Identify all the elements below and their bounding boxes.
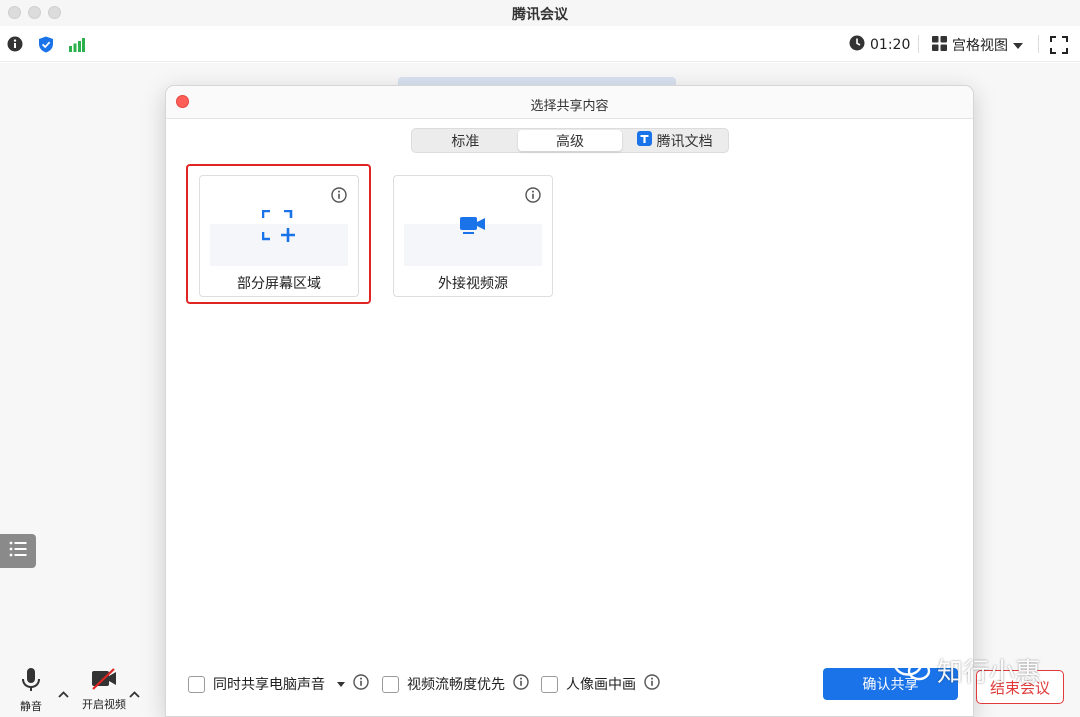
grid-view-button[interactable]: 宫格视图 (932, 35, 1023, 55)
shield-icon[interactable] (38, 36, 54, 57)
wechat-icon (893, 652, 931, 689)
mute-label: 静音 (20, 700, 42, 713)
share-content-dialog: 选择共享内容 标准 高级 腾讯文档 部分屏幕区域 外接视频源 同时共享电脑声音 … (165, 85, 974, 717)
chevron-up-icon[interactable] (129, 683, 140, 702)
grid-icon (932, 35, 947, 55)
card-label: 外接视频源 (438, 276, 508, 292)
info-icon[interactable] (644, 674, 660, 694)
tab-tencent-docs[interactable]: 腾讯文档 (622, 130, 727, 151)
share-card-partial-screen[interactable]: 部分屏幕区域 (199, 175, 359, 297)
video-off-icon (91, 668, 117, 693)
external-camera-icon (394, 216, 552, 236)
picture-in-picture-checkbox[interactable] (541, 675, 558, 693)
option-label: 视频流畅度优先 (407, 677, 505, 693)
meeting-toolbar: 01:20 宫格视图 (0, 26, 1080, 62)
info-icon[interactable] (525, 187, 541, 207)
window-titlebar: 腾讯会议 (0, 0, 1080, 26)
dialog-title: 选择共享内容 (530, 99, 609, 114)
option-label: 人像画中画 (566, 677, 636, 693)
tab-label: 标准 (451, 133, 480, 150)
meeting-timer: 01:20 (849, 35, 910, 55)
option-label: 同时共享电脑声音 (213, 677, 325, 693)
microphone-icon (21, 668, 41, 695)
watermark-text: 知行小惠 (937, 658, 1042, 688)
watermark: 知行小惠 (893, 652, 1041, 689)
dialog-header: 选择共享内容 (166, 86, 973, 119)
toolbar-divider (1038, 35, 1039, 53)
chevron-up-icon[interactable] (58, 683, 69, 702)
info-icon[interactable] (7, 36, 23, 56)
fullscreen-icon[interactable] (1050, 36, 1068, 58)
chevron-down-icon[interactable] (337, 681, 345, 687)
member-list-toggle[interactable] (0, 534, 36, 568)
video-label: 开启视频 (82, 698, 126, 711)
clock-icon (849, 35, 865, 55)
grid-view-label: 宫格视图 (952, 38, 1008, 54)
video-smoothness-checkbox[interactable] (382, 675, 399, 693)
share-mode-tabs: 标准 高级 腾讯文档 (411, 128, 729, 153)
signal-icon[interactable] (69, 37, 85, 56)
info-icon[interactable] (331, 187, 347, 207)
tab-label: 腾讯文档 (656, 133, 713, 150)
option-picture-in-picture: 人像画中画 (541, 674, 660, 694)
share-card-external-video[interactable]: 外接视频源 (393, 175, 553, 297)
option-share-audio: 同时共享电脑声音 (188, 674, 369, 694)
share-audio-checkbox[interactable] (188, 675, 205, 693)
tab-standard[interactable]: 标准 (413, 130, 518, 151)
tab-label: 高级 (556, 133, 584, 150)
region-select-icon (200, 210, 358, 242)
tab-advanced[interactable]: 高级 (517, 130, 623, 151)
start-video-button[interactable]: 开启视频 (82, 668, 126, 712)
window-title: 腾讯会议 (512, 7, 568, 23)
chevron-down-icon (1013, 37, 1023, 53)
timer-text: 01:20 (870, 37, 911, 53)
option-video-smoothness: 视频流畅度优先 (382, 674, 529, 694)
info-icon[interactable] (353, 674, 369, 694)
card-label: 部分屏幕区域 (237, 276, 321, 292)
tencent-docs-icon (636, 131, 652, 150)
toolbar-divider (918, 35, 919, 53)
info-icon[interactable] (513, 674, 529, 694)
list-icon (9, 541, 27, 561)
mute-button[interactable]: 静音 (20, 668, 42, 714)
